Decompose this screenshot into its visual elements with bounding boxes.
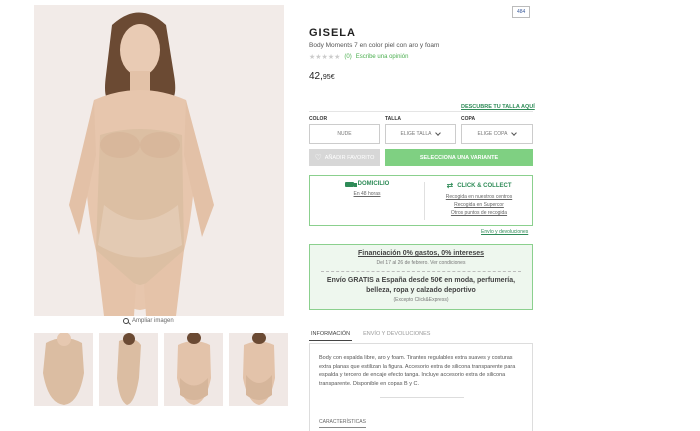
review-count[interactable]: (0) [344,54,351,60]
chevron-down-icon [511,130,518,136]
add-favorite-button[interactable]: ♡ AÑADIR FAVORITO [309,149,380,166]
thumbnail-front[interactable] [34,333,93,406]
write-review-link[interactable]: Escribe una opinión [356,54,409,60]
collect-link-centros[interactable]: Recogida en nuestros centros [425,194,533,200]
tab-panel: Body con espalda libre, aro y foam. Tira… [309,343,533,431]
home-delivery-time[interactable]: En 48 horas [310,191,424,197]
copa-value: ELIGE COPA [477,131,508,137]
price-decimal: 95€ [322,74,335,81]
characteristics-tab[interactable]: CARACTERÍSTICAS [319,419,366,428]
select-variant-button[interactable]: SELECCIONA UNA VARIANTE [385,149,533,166]
product-description: Body con espalda libre, aro y foam. Tira… [319,355,516,387]
tab-informacion[interactable]: INFORMACIÓN [309,331,353,341]
thumbnail-side[interactable] [99,333,158,406]
click-collect-title: CLICK & COLLECT [457,182,512,189]
talla-label: TALLA [385,116,402,122]
heart-icon: ♡ [314,153,322,162]
talla-select[interactable]: ELIGE TALLA [385,124,456,144]
talla-value: ELIGE TALLA [400,131,432,137]
click-collect-heading: ⇄ CLICK & COLLECT [425,181,533,190]
rating-stars: ★★★★★ [309,54,341,61]
free-shipping-text: Envío GRATIS a España desde 50€ en moda,… [310,276,532,296]
shipping-returns-link[interactable]: Envío y devoluciones [481,229,528,235]
tab-envio-devoluciones[interactable]: ENVÍO Y DEVOLUCIONES [361,331,432,341]
favorite-label: AÑADIR FAVORITO [324,154,375,161]
price-integer: 42, [309,71,323,82]
thumbnail-back-2[interactable] [229,333,288,406]
info-tabs: INFORMACIÓN ENVÍO Y DEVOLUCIONES [309,331,432,341]
copa-label: COPA [461,116,476,122]
thumbnail-strip [34,333,288,406]
free-shipping-line1: Envío GRATIS a España desde 50€ en moda,… [326,277,516,284]
home-delivery-heading: DOMICILIO [310,181,424,187]
shipping-exception: (Excepto Click&Express) [393,297,449,303]
divider [309,111,533,112]
magnifier-icon [123,318,129,324]
home-delivery: DOMICILIO En 48 horas [310,181,424,197]
panel-divider [380,397,464,398]
chevron-down-icon [435,130,442,136]
main-product-image[interactable] [34,5,284,316]
collect-link-supercor[interactable]: Recogida en Supercor [425,202,533,208]
size-guide-link[interactable]: DESCUBRE TU TALLA AQUÍ [461,104,535,110]
color-select[interactable]: NUDE [309,124,380,144]
financing-dates: Del 17 al 26 de febrero. Ver condiciones [376,260,466,266]
delivery-options: DOMICILIO En 48 horas ⇄ CLICK & COLLECT … [309,175,533,226]
financing-link[interactable]: Financiación 0% gastos, 0% intereses [310,250,532,257]
promo-box: Financiación 0% gastos, 0% intereses Del… [309,244,533,310]
home-delivery-title: DOMICILIO [357,181,390,187]
click-collect: ⇄ CLICK & COLLECT Recogida en nuestros c… [425,181,533,216]
truck-icon [344,181,357,187]
reference-badge: 484 [512,6,531,18]
copa-select[interactable]: ELIGE COPA [461,124,533,144]
color-label: COLOR [309,116,328,122]
zoom-control[interactable]: Ampliar imagen [123,318,174,324]
collect-link-otros[interactable]: Otros puntos de recogida [425,210,533,216]
promo-separator [321,271,521,272]
product-subtitle: Body Moments 7 en color piel con aro y f… [309,42,440,49]
rating-row: ★★★★★ (0) Escribe una opinión [309,53,408,61]
product-price: 42,95€ [309,71,335,82]
exchange-icon: ⇄ [446,181,454,190]
color-value: NUDE [337,131,352,137]
zoom-label: Ampliar imagen [132,318,174,324]
thumbnail-back[interactable] [164,333,223,406]
free-shipping-line2: belleza, ropa y calzado deportivo [366,287,476,294]
product-title: GISELA [309,27,356,39]
